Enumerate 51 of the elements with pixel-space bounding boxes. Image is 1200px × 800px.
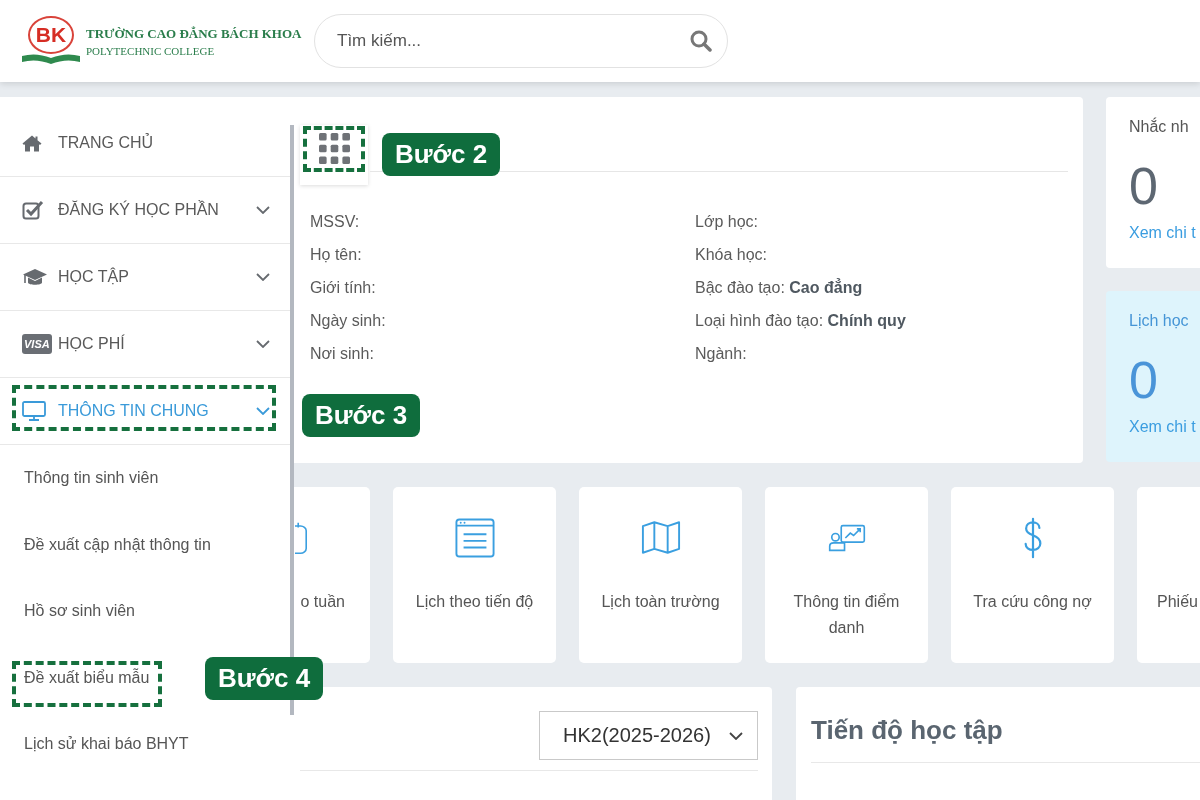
presenter-icon: [827, 523, 866, 552]
shortcut-tile[interactable]: Lịch theo tiến độ: [393, 487, 556, 663]
info-label: Nơi sinh:: [310, 344, 375, 364]
shortcut-tile[interactable]: Phiếu: [1137, 487, 1200, 663]
panel-title: Tiến độ học tập: [811, 714, 1004, 747]
submenu-item[interactable]: Thông tin sinh viên: [24, 468, 159, 489]
count-value: 0: [1129, 158, 1159, 214]
chevron-icon: [256, 273, 270, 281]
shortcut-tile[interactable]: Lịch toàn trường: [579, 487, 742, 663]
home-icon: [22, 134, 42, 152]
info-label: Bậc đào tạo: Cao đẳng: [695, 277, 864, 298]
submenu-item[interactable]: Đề xuất biểu mẫu: [24, 667, 150, 688]
search-field[interactable]: Tìm kiếm...: [314, 14, 728, 68]
info-label: Lớp học:: [695, 212, 759, 232]
monitor-icon: [22, 401, 46, 421]
menu-item[interactable]: VISA HỌC PHÍ: [0, 311, 290, 378]
logo-mark: BK: [28, 16, 74, 54]
list-window-icon: [454, 517, 495, 558]
chevron-icon: [256, 340, 270, 348]
chevron-icon: [256, 407, 270, 415]
grid-icon: [318, 133, 350, 164]
search-icon: [690, 30, 712, 52]
step-badge: Bước 2: [382, 133, 501, 176]
semester-select[interactable]: HK2(2025-2026): [539, 711, 758, 760]
map-icon: [640, 521, 681, 554]
submenu-item[interactable]: Hồ sơ sinh viên: [24, 601, 135, 622]
submenu-item[interactable]: Lịch sử khai báo BHYT: [24, 734, 189, 755]
info-label: Loại hình đào tạo: Chính quy: [695, 311, 907, 331]
count-value: 0: [1129, 352, 1159, 408]
college-name: TRƯỜNG CAO ĐẲNG BÁCH KHOA: [86, 25, 302, 42]
card-title: Nhắc nh: [1129, 116, 1190, 137]
card-title: Lịch học: [1129, 311, 1190, 331]
info-label: Khóa học:: [695, 245, 769, 265]
chevron-icon: [729, 731, 743, 740]
graduation-cap-icon: [22, 267, 48, 287]
checkbox-icon: [22, 200, 44, 220]
college-subtitle: POLYTECHNIC COLLEGE: [86, 44, 216, 57]
shortcut-tile[interactable]: o tuần: [294, 487, 370, 663]
submenu-item[interactable]: Đề xuất cập nhật thông tin: [24, 534, 211, 555]
step-badge: Bước 4: [205, 656, 324, 700]
shortcut-tile[interactable]: Tra cứu công nợ: [951, 487, 1114, 663]
card-icon: VISA: [22, 334, 52, 354]
info-label: MSSV:: [310, 212, 361, 232]
info-label: Họ tên:: [310, 245, 363, 265]
book-icon: [20, 52, 82, 66]
step-badge: Bước 3: [302, 394, 421, 437]
info-label: Ngành:: [695, 344, 748, 364]
info-label: Giới tính:: [310, 278, 377, 298]
info-label: Ngày sinh:: [310, 311, 387, 331]
chevron-icon: [256, 206, 270, 214]
shortcut-tile[interactable]: Thông tin điểm danh: [765, 487, 928, 663]
